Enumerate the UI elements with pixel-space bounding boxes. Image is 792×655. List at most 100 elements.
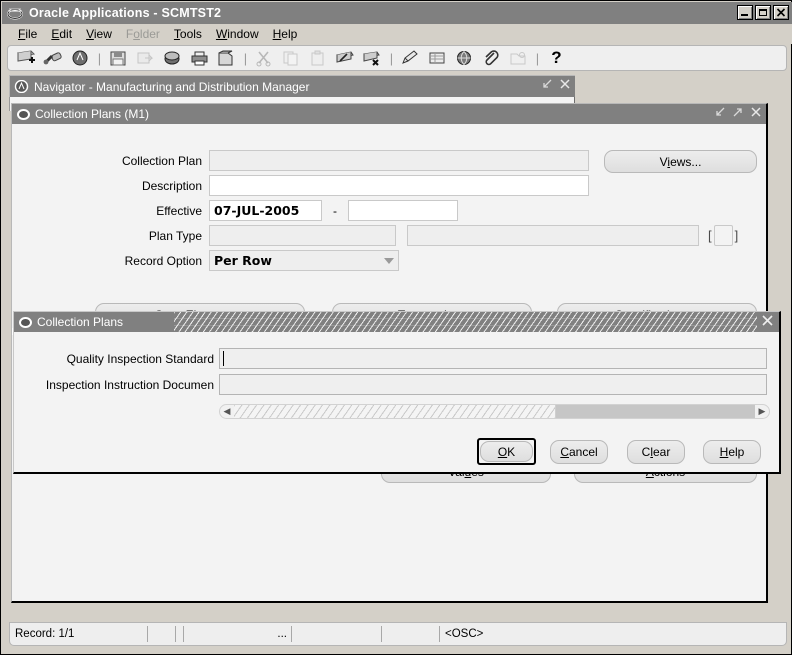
clear-record-icon[interactable] [333,47,358,69]
label-description: Description [141,178,202,193]
views-button-label: Views... [659,154,702,169]
navigator-window-icon [14,79,29,94]
toolbar-separator [241,49,250,67]
dialog-scroll-left-arrow-icon[interactable]: ◀ [220,405,234,418]
menu-folder: Folder [125,27,160,41]
attachments-paperclip-icon[interactable] [479,47,504,69]
menu-view[interactable]: View [79,26,119,42]
bracket-open: [ [708,228,712,243]
dialog-scroll-track[interactable] [234,405,755,418]
edit-field-icon[interactable] [398,47,423,69]
collection-plans-window-controls [713,106,762,120]
effective-from-input[interactable]: 07-JUL-2005 [209,200,322,221]
effective-range-separator: - [333,203,337,218]
collection-plans-window-title: Collection Plans (M1) [35,107,150,121]
maximize-button[interactable] [755,5,771,20]
menu-window[interactable]: Window [209,26,266,42]
menu-help[interactable]: Help [266,26,305,42]
collection-plans-maximize-button[interactable] [731,106,744,120]
label-plan-type: Plan Type [148,228,202,243]
label-record-option: Record Option [124,253,202,268]
dialog-horizontal-scrollbar[interactable]: ◀ ▶ [219,404,770,419]
label-quality-inspection-standard: Quality Inspection Standard [66,351,214,366]
text-cursor [223,351,224,366]
toolbar: ? [7,45,787,71]
cancel-button[interactable]: Cancel [550,440,608,464]
application-window: Oracle Applications - SCMTST2 File Edit … [0,0,792,655]
app-titlebar: Oracle Applications - SCMTST2 [2,2,792,24]
save-icon[interactable] [106,47,131,69]
cut-scissors-icon [252,47,277,69]
window-controls [737,5,789,20]
minimize-button[interactable] [737,5,753,20]
effective-to-input[interactable] [348,200,458,221]
collection-plans-window-icon [17,108,30,120]
menu-edit[interactable]: Edit [44,26,79,42]
help-button-label: Help [719,445,745,459]
plan-type-description-input[interactable] [407,225,699,246]
dialog-field-row-quality-inspection-standard: Quality Inspection Standard [14,348,774,369]
dialog-scroll-right-arrow-icon[interactable]: ▶ [755,405,769,418]
description-input[interactable] [209,175,589,196]
dialog-close-button[interactable] [761,314,774,330]
inspection-instruction-document-input[interactable] [219,374,767,395]
field-row-effective: Effective 07-JUL-2005 - [12,200,602,221]
field-row-plan-type: Plan Type [ ] [12,225,742,246]
collection-plans-close-button[interactable] [749,106,762,120]
clear-button-label: Clear [641,445,671,459]
clear-button[interactable]: Clear [627,440,685,464]
chevron-down-icon [384,257,394,264]
ok-button-label: OK [497,444,516,459]
navigator-window-titlebar: Navigator - Manufacturing and Distributi… [9,75,575,97]
collection-plans-titlebar: Collection Plans (M1) [12,104,766,124]
plan-type-flexfield-bracket: [ ] [708,225,738,246]
app-title: Oracle Applications - SCMTST2 [29,6,222,20]
menu-tools[interactable]: Tools [167,26,209,42]
navigator-window-controls [540,78,571,92]
navigator-close-button[interactable] [558,78,571,92]
delete-record-icon[interactable] [360,47,385,69]
collection-plan-input[interactable] [209,150,589,171]
print-icon[interactable] [187,47,212,69]
navigator-restore-down-button[interactable] [540,78,553,92]
menu-file[interactable]: File [11,26,44,42]
show-navigator-icon[interactable] [68,47,93,69]
status-cell-5 [292,626,382,642]
status-cell-ellipsis: ... [184,626,292,642]
paste-icon [306,47,331,69]
dialog-field-row-inspection-instruction-document: Inspection Instruction Documen [14,374,774,395]
label-inspection-instruction-document: Inspection Instruction Documen [45,377,214,392]
plan-type-flexfield-button[interactable] [713,225,733,246]
zoom-icon[interactable] [425,47,450,69]
close-form-icon[interactable] [214,47,239,69]
field-row-record-option: Record Option Per Row [12,250,602,271]
collection-plans-restore-down-button[interactable] [713,106,726,120]
switch-responsibility-icon[interactable] [160,47,185,69]
status-cell-3 [176,626,184,642]
dialog-titlebar: Collection Plans [14,312,779,332]
status-cell-2 [148,626,176,642]
status-osc-indicator: <OSC> [445,628,484,640]
cancel-button-label: Cancel [560,445,598,459]
new-icon[interactable] [14,47,39,69]
record-option-select[interactable]: Per Row [209,250,399,271]
status-cell-6 [382,626,440,642]
quality-inspection-standard-input[interactable] [219,348,767,369]
dialog-title: Collection Plans [37,315,124,329]
status-record-counter: Record: 1/1 [10,626,148,642]
folder-tools-icon [506,47,531,69]
help-question-icon[interactable]: ? [544,47,569,69]
help-button[interactable]: Help [703,440,761,464]
toolbar-separator [387,49,396,67]
toolbar-separator [95,49,104,67]
translations-globe-icon[interactable] [452,47,477,69]
find-flashlight-icon[interactable] [41,47,66,69]
dialog-scroll-thumb[interactable] [234,405,556,418]
bracket-close: ] [734,228,739,243]
ok-button[interactable]: OK [480,441,533,462]
copy-icon [279,47,304,69]
close-button[interactable] [773,5,789,20]
plan-type-input[interactable] [209,225,396,246]
views-button[interactable]: Views... [604,150,757,173]
field-row-description: Description [12,175,602,196]
